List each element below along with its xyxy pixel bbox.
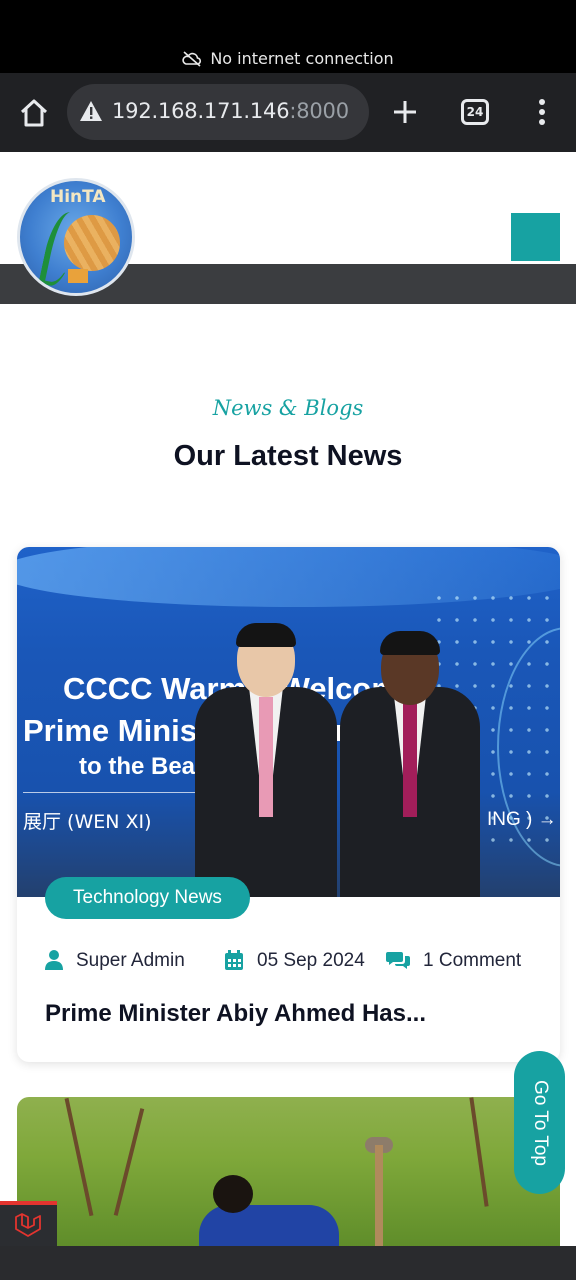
image-caption-line: ING ) → (487, 809, 557, 830)
section-tagline: News & Blogs (212, 396, 364, 420)
address-bar[interactable]: 192.168.171.146:8000 (67, 84, 369, 140)
news-card[interactable]: CCCC Warmly Welcome Prime Minister ... a… (17, 547, 560, 1062)
category-badge[interactable]: Technology News (45, 877, 250, 919)
go-to-top-label: Go To Top (529, 1079, 551, 1166)
post-comments[interactable]: 1 Comment (423, 947, 521, 975)
post-title[interactable]: Prime Minister Abiy Ahmed Has... (45, 1000, 426, 1028)
offline-text: No internet connection (210, 49, 394, 68)
offline-notice: No internet connection (0, 49, 576, 68)
tab-switcher-button[interactable]: 24 (461, 99, 489, 125)
image-worker-head (213, 1175, 253, 1213)
site-logo[interactable]: HinTA (17, 178, 135, 296)
user-icon (45, 950, 63, 970)
warning-icon[interactable] (79, 100, 103, 122)
new-tab-icon[interactable] (390, 97, 420, 127)
logo-text: HinTA (50, 187, 106, 207)
go-to-top-button[interactable]: Go To Top (514, 1051, 565, 1194)
calendar-icon (225, 950, 243, 970)
status-bar: No internet connection (0, 0, 576, 73)
url-text[interactable]: 192.168.171.146:8000 (112, 99, 349, 123)
section-title: Our Latest News (173, 440, 403, 472)
image-tree (113, 1108, 145, 1216)
news-image[interactable]: CCCC Warmly Welcome Prime Minister ... a… (17, 547, 560, 897)
image-stake (375, 1145, 383, 1247)
logo-building (68, 269, 88, 283)
post-author[interactable]: Super Admin (76, 947, 185, 975)
laravel-icon (15, 1213, 41, 1237)
person-figure (195, 623, 337, 897)
debugbar-toggle[interactable] (0, 1201, 57, 1246)
post-date: 05 Sep 2024 (257, 950, 365, 971)
browser-toolbar: 192.168.171.146:8000 24 (0, 73, 576, 152)
cloud-off-icon (182, 51, 202, 67)
overflow-menu-icon[interactable] (536, 97, 548, 127)
image-worker (199, 1205, 339, 1247)
home-icon[interactable] (16, 95, 52, 131)
url-port: :8000 (289, 99, 349, 123)
url-host: 192.168.171.146 (112, 99, 290, 123)
image-tree (469, 1097, 489, 1207)
menu-toggle-button[interactable] (511, 213, 560, 261)
system-nav-bar (0, 1246, 576, 1280)
image-tree (64, 1097, 94, 1217)
person-figure (340, 631, 480, 897)
news-card-image[interactable] (17, 1097, 560, 1247)
image-caption-line: 展厅 (WEN XI) (23, 811, 152, 833)
comments-icon (386, 952, 410, 969)
